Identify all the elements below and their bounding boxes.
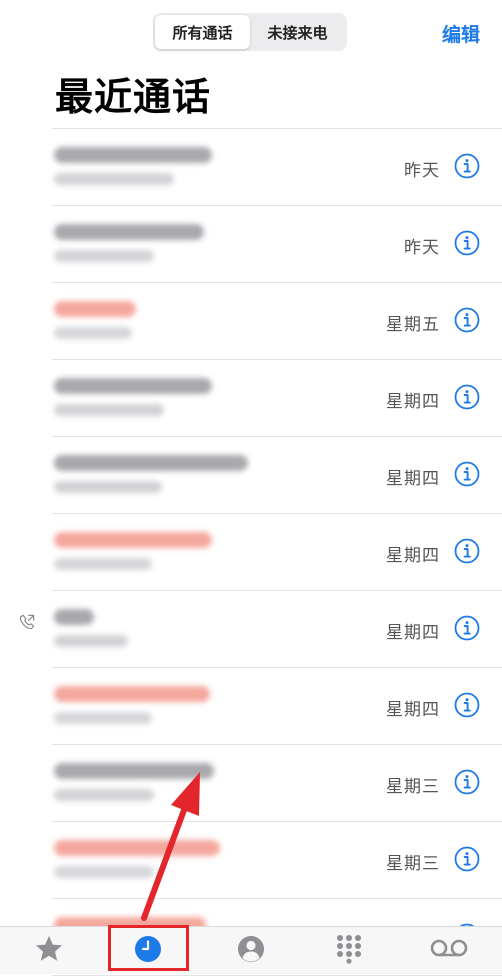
- blurred-contact-detail: [54, 327, 132, 339]
- call-date: 昨天: [404, 161, 440, 181]
- outgoing-call-icon: [19, 614, 35, 630]
- call-row[interactable]: 星期四: [52, 668, 502, 745]
- star-icon: [36, 936, 62, 961]
- blurred-contact-name: [54, 301, 136, 317]
- blurred-contact-detail: [54, 789, 154, 801]
- annotation-highlight-box: [108, 925, 189, 971]
- segment-all-calls[interactable]: 所有通话: [155, 15, 250, 49]
- call-filter-segmented-control: 所有通话 未接来电: [153, 13, 347, 51]
- blurred-contact-name: [54, 147, 212, 163]
- call-date: 星期四: [386, 623, 440, 643]
- call-date: 星期四: [386, 546, 440, 566]
- info-icon[interactable]: [454, 307, 480, 333]
- call-row[interactable]: 昨天: [52, 206, 502, 283]
- tab-bar: [0, 926, 502, 974]
- info-icon[interactable]: [454, 461, 480, 487]
- recents-list: 昨天 昨天 星期五 星期四 星期四 星期四 星期四 星期四 星期三 星期三: [0, 128, 502, 976]
- call-row[interactable]: 星期四: [52, 514, 502, 591]
- call-row[interactable]: 星期四: [52, 437, 502, 514]
- call-date: 星期四: [386, 700, 440, 720]
- blurred-contact-name: [54, 224, 204, 240]
- info-icon[interactable]: [454, 846, 480, 872]
- blurred-contact-detail: [54, 558, 152, 570]
- tab-contacts[interactable]: [236, 934, 266, 964]
- voicemail-icon: [430, 939, 468, 957]
- keypad-icon: [337, 935, 361, 964]
- blurred-contact-name: [54, 763, 214, 779]
- tab-voicemail[interactable]: [428, 934, 470, 964]
- tab-favorites[interactable]: [34, 934, 64, 964]
- blurred-contact-name: [54, 532, 212, 548]
- blurred-contact-detail: [54, 866, 154, 878]
- call-date: 星期三: [386, 854, 440, 874]
- segment-missed-calls[interactable]: 未接来电: [250, 15, 345, 49]
- call-row[interactable]: 星期四: [52, 360, 502, 437]
- call-date: 星期三: [386, 777, 440, 797]
- info-icon[interactable]: [454, 692, 480, 718]
- call-row[interactable]: 星期四: [19, 591, 502, 668]
- info-icon[interactable]: [454, 769, 480, 795]
- blurred-contact-name: [54, 455, 248, 471]
- blurred-contact-detail: [54, 481, 162, 493]
- call-row[interactable]: 星期五: [52, 283, 502, 360]
- blurred-contact-detail: [54, 712, 152, 724]
- edit-button[interactable]: 编辑: [442, 20, 480, 47]
- top-bar: 所有通话 未接来电 编辑: [0, 0, 502, 62]
- blurred-contact-detail: [54, 173, 174, 185]
- info-icon[interactable]: [454, 538, 480, 564]
- tab-keypad[interactable]: [334, 934, 364, 964]
- person-icon: [238, 936, 264, 962]
- call-row[interactable]: 星期三: [52, 822, 502, 899]
- call-row[interactable]: 昨天: [52, 128, 502, 206]
- blurred-contact-detail: [54, 250, 154, 262]
- blurred-contact-name: [54, 609, 94, 625]
- blurred-contact-detail: [54, 404, 164, 416]
- blurred-contact-name: [54, 378, 212, 394]
- call-date: 星期五: [386, 315, 440, 335]
- blurred-contact-name: [54, 686, 210, 702]
- blurred-contact-detail: [54, 635, 128, 647]
- page-title: 最近通话: [55, 75, 212, 119]
- info-icon[interactable]: [454, 615, 480, 641]
- info-icon[interactable]: [454, 230, 480, 256]
- call-date: 昨天: [404, 238, 440, 258]
- call-date: 星期四: [386, 469, 440, 489]
- blurred-contact-name: [54, 840, 220, 856]
- call-row[interactable]: 星期三: [52, 745, 502, 822]
- call-date: 星期四: [386, 392, 440, 412]
- info-icon[interactable]: [454, 153, 480, 179]
- info-icon[interactable]: [454, 384, 480, 410]
